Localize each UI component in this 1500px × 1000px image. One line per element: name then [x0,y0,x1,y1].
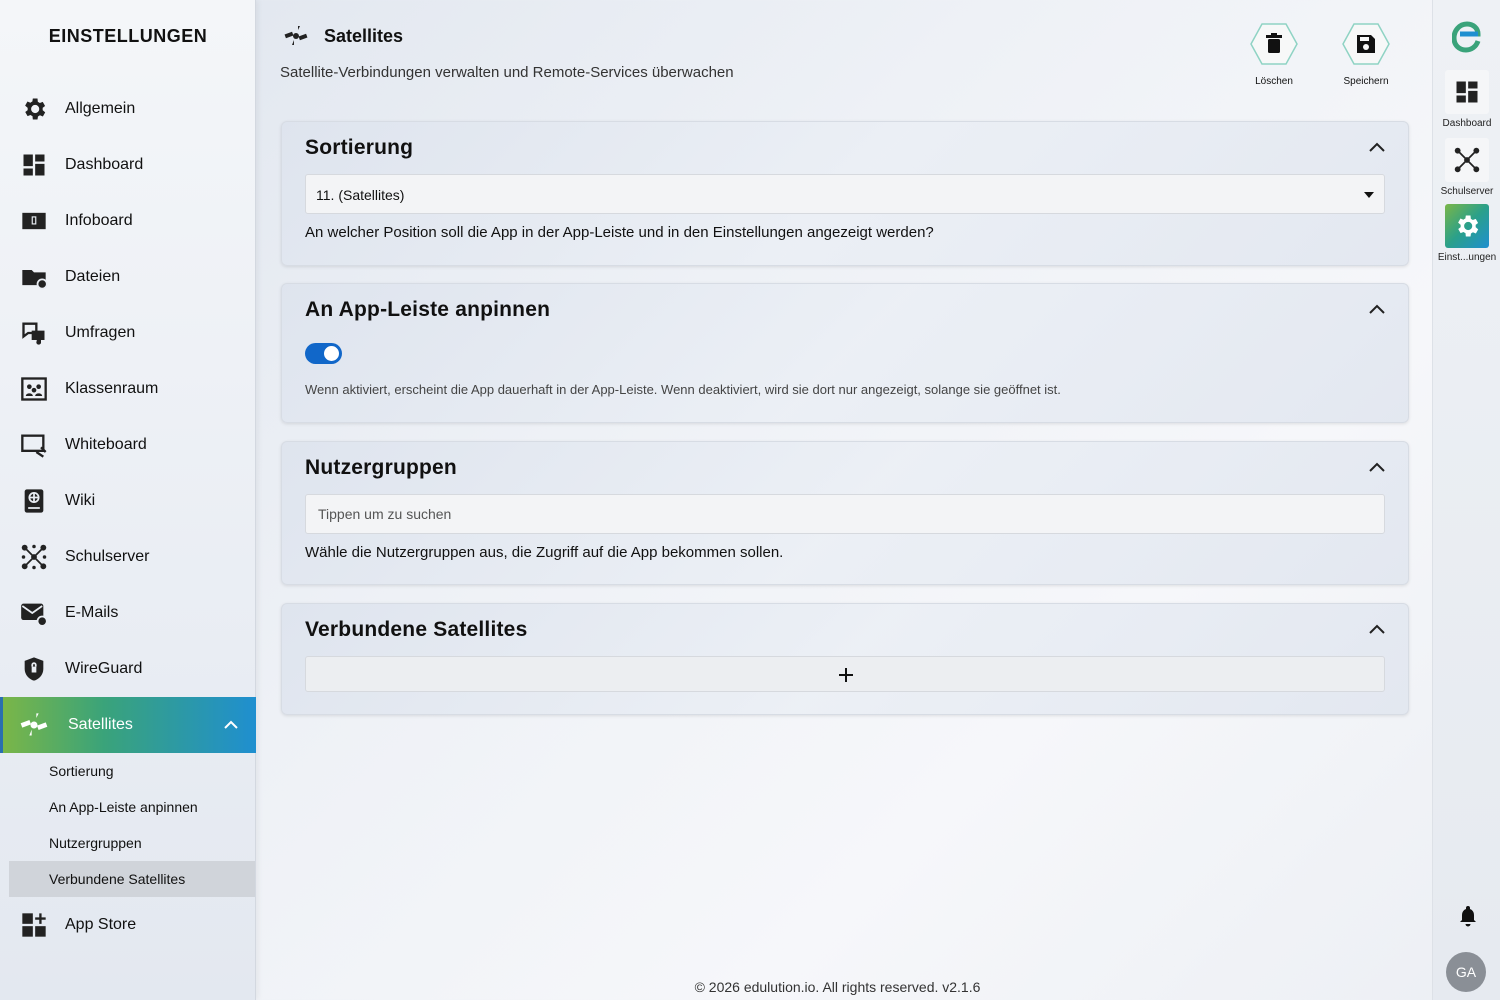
select-value: 11. (Satellites) [316,187,405,203]
chevron-up-icon[interactable] [1368,460,1386,474]
groups-card: Nutzergruppen Wähle die Nutzergruppen au… [281,441,1409,585]
sidebar-item-label: Dateien [65,268,121,285]
caret-down-icon [1364,192,1374,198]
sidebar-item-label: Schulserver [65,548,150,565]
trash-icon [1250,23,1298,65]
sidebar-item-label: Whiteboard [65,436,147,453]
sidebar-item-satellites[interactable]: Satellites [0,697,256,753]
rail-item-dashboard[interactable]: Dashboard [1433,70,1500,129]
settings-sidebar: EINSTELLUNGEN Allgemein Dashboard Infobo… [0,0,256,1000]
bell-icon[interactable] [1458,905,1478,927]
sidebar-item-wiki[interactable]: Wiki [0,473,256,529]
delete-label: Löschen [1255,76,1293,87]
rail-item-schulserver[interactable]: Schulserver [1433,138,1500,197]
sort-help-text: An welcher Position soll die App in der … [305,224,934,241]
app-store-icon [22,913,46,937]
add-satellite-button[interactable] [305,656,1385,692]
sidebar-item-label: Infoboard [65,212,133,229]
delete-button[interactable]: Löschen [1244,22,1304,88]
rail-tile [1445,138,1489,182]
sidebar-item-dashboard[interactable]: Dashboard [0,137,256,193]
sort-card: Sortierung 11. (Satellites) An welcher P… [281,121,1409,266]
sidebar-item-label: App Store [65,916,137,933]
sidebar-item-umfragen[interactable]: Umfragen [0,305,256,361]
chevron-up-icon[interactable] [1368,302,1386,316]
page-title: Satellites [324,26,404,46]
rail-label: Schulserver [1440,186,1494,197]
sidebar-item-label: Umfragen [65,324,136,341]
plus-icon [839,668,853,682]
sidebar-item-label: Klassenraum [65,380,159,397]
sidebar-item-emails[interactable]: E-Mails [0,585,256,641]
mail-icon [21,603,48,627]
sidebar-subitem-sortierung[interactable]: Sortierung [9,753,255,789]
sidebar-item-allgemein[interactable]: Allgemein [0,81,256,137]
survey-icon [22,322,45,345]
sidebar-item-label: Allgemein [65,100,136,117]
shield-icon [24,657,44,681]
whiteboard-icon [21,434,47,458]
sidebar-subitem-app-leiste[interactable]: An App-Leiste anpinnen [9,789,255,825]
sidebar-item-label: WireGuard [65,660,143,677]
rail-label: Dashboard [1442,118,1492,129]
gear-icon [25,98,46,120]
gear-icon [1458,215,1479,237]
rail-tile [1445,70,1489,114]
folder-icon [22,270,48,290]
save-icon [1342,23,1390,65]
groups-search-input[interactable] [305,494,1385,534]
sidebar-item-klassenraum[interactable]: Klassenraum [0,361,256,417]
pin-card: An App-Leiste anpinnen Wenn aktiviert, e… [281,283,1409,423]
card-title: Sortierung [305,136,414,159]
save-label: Speichern [1343,76,1389,87]
sidebar-item-label: E-Mails [65,604,119,621]
sidebar-item-dateien[interactable]: Dateien [0,249,256,305]
dashboard-icon [23,154,45,176]
card-title: Verbundene Satellites [305,618,528,641]
sidebar-item-wireguard[interactable]: WireGuard [0,641,256,697]
sidebar-subitem-verbundene-satellites[interactable]: Verbundene Satellites [9,861,255,897]
chevron-up-icon[interactable] [1368,140,1386,154]
network-icon [1454,147,1480,173]
sidebar-item-label: Dashboard [65,156,144,173]
sidebar-subitem-nutzergruppen[interactable]: Nutzergruppen [9,825,255,861]
toggle-knob [324,346,339,361]
page-subtitle: Satellite-Verbindungen verwalten und Rem… [280,64,734,81]
avatar[interactable]: GA [1446,952,1486,992]
satellite-icon [284,26,308,45]
dashboard-icon [1456,81,1478,103]
sort-position-select[interactable]: 11. (Satellites) [305,174,1385,214]
sidebar-item-label: Wiki [65,492,96,509]
satellite-icon [20,713,48,736]
rail-item-einstellungen[interactable]: Einst...ungen [1433,204,1500,263]
pin-toggle[interactable] [305,343,342,364]
classroom-icon [21,377,47,401]
book-icon [24,489,44,513]
save-button[interactable]: Speichern [1336,22,1396,88]
rail-label: Einst...ungen [1437,252,1497,263]
sidebar-item-infoboard[interactable]: Infoboard [0,193,256,249]
rail-tile [1445,204,1489,248]
card-title: An App-Leiste anpinnen [305,298,551,321]
footer-copyright: © 2026 edulution.io. All rights reserved… [694,979,981,995]
infoboard-icon [22,212,46,230]
groups-help-text: Wähle die Nutzergruppen aus, die Zugriff… [305,544,784,561]
card-title: Nutzergruppen [305,456,457,479]
sidebar-item-whiteboard[interactable]: Whiteboard [0,417,256,473]
chevron-up-icon[interactable] [222,716,240,734]
connected-card: Verbundene Satellites [281,603,1409,715]
sidebar-item-label: Satellites [68,716,133,733]
edulution-logo-icon[interactable] [1452,20,1482,54]
sidebar-title: EINSTELLUNGEN [48,26,208,46]
network-icon [21,544,47,570]
app-rail: Dashboard Schulserver Einst...ungen GA [1432,0,1500,1000]
pin-help-text: Wenn aktiviert, erscheint die App dauerh… [305,382,1061,397]
sidebar-item-schulserver[interactable]: Schulserver [0,529,256,585]
sidebar-item-app-store[interactable]: App Store [0,897,256,953]
chevron-up-icon[interactable] [1368,622,1386,636]
